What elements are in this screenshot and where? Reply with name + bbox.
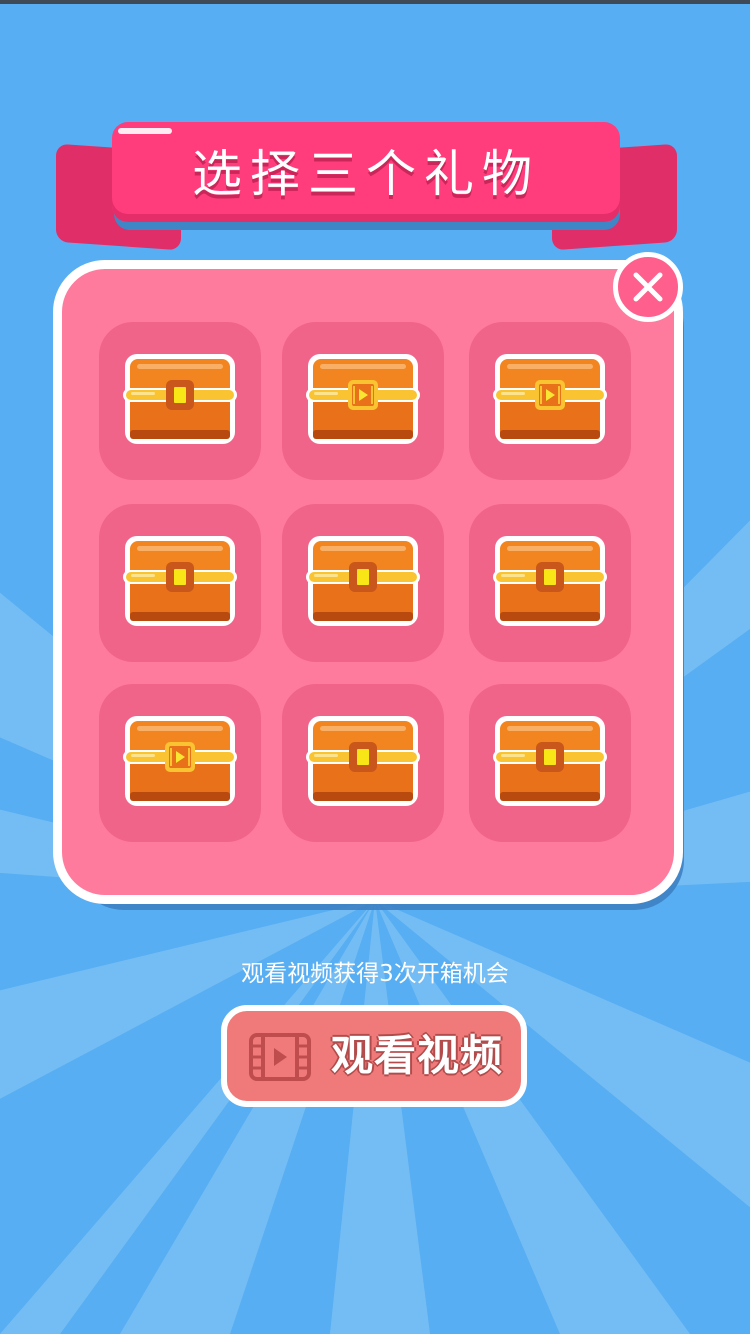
watch-video-label: 观看视频 — [331, 1031, 504, 1080]
chest-slot[interactable] — [282, 322, 444, 480]
hint-text: 观看视频获得3次开箱机会 — [241, 961, 509, 987]
page-title: 选择三个礼物 — [192, 145, 540, 203]
video-chest-icon — [493, 354, 607, 444]
video-chest-icon — [306, 354, 420, 444]
video-chest-icon — [123, 716, 237, 806]
treasure-chest-icon — [306, 716, 420, 806]
treasure-chest-icon — [123, 354, 237, 444]
treasure-chest-icon — [306, 536, 420, 626]
close-icon — [633, 272, 663, 302]
chest-slot[interactable] — [99, 504, 261, 662]
treasure-chest-icon — [493, 716, 607, 806]
chest-slot[interactable] — [282, 504, 444, 662]
chest-slot[interactable] — [282, 684, 444, 842]
chest-slot[interactable] — [469, 504, 631, 662]
treasure-chest-icon — [493, 536, 607, 626]
close-button[interactable] — [613, 252, 683, 322]
chest-slot[interactable] — [99, 684, 261, 842]
treasure-chest-icon — [123, 536, 237, 626]
chest-slot[interactable] — [469, 322, 631, 480]
watch-video-button[interactable]: 观看视频 — [221, 1005, 527, 1107]
chest-slot[interactable] — [99, 322, 261, 480]
chest-slot[interactable] — [469, 684, 631, 842]
film-icon — [249, 1033, 311, 1081]
